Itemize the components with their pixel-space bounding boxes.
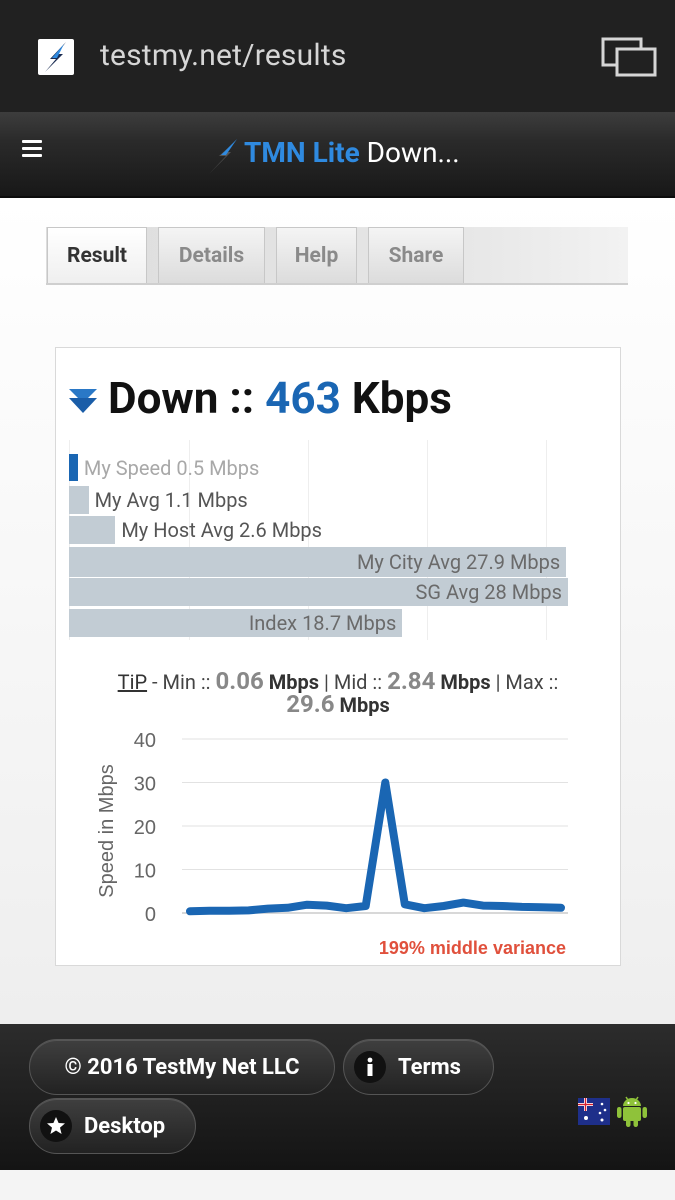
terms-button[interactable]: Terms xyxy=(343,1039,494,1095)
desktop-button[interactable]: Desktop xyxy=(29,1098,196,1154)
speed-line-chart: 0 10 20 30 40 Speed in Mbps 199% middle varian… xyxy=(96,730,568,958)
info-icon xyxy=(354,1051,386,1083)
y-tick-label: 0 xyxy=(145,904,156,926)
copyright-text: © 2016 TestMy Net LLC xyxy=(64,1054,300,1080)
australia-flag-icon[interactable] xyxy=(578,1098,610,1125)
android-icon[interactable] xyxy=(616,1094,648,1128)
variance-annotation: 199% middle variance xyxy=(379,938,566,958)
bottom-strip xyxy=(0,1170,675,1200)
y-tick-label: 20 xyxy=(134,817,156,839)
star-icon xyxy=(40,1110,72,1142)
y-tick-label: 40 xyxy=(134,730,156,752)
desktop-label: Desktop xyxy=(84,1113,166,1139)
y-tick-label: 10 xyxy=(134,861,156,883)
terms-label: Terms xyxy=(398,1054,461,1080)
speed-series-line xyxy=(186,778,565,916)
y-axis-label: Speed in Mbps xyxy=(96,764,118,897)
copyright-button[interactable]: © 2016 TestMy Net LLC xyxy=(29,1039,335,1095)
y-tick-label: 30 xyxy=(134,774,156,796)
